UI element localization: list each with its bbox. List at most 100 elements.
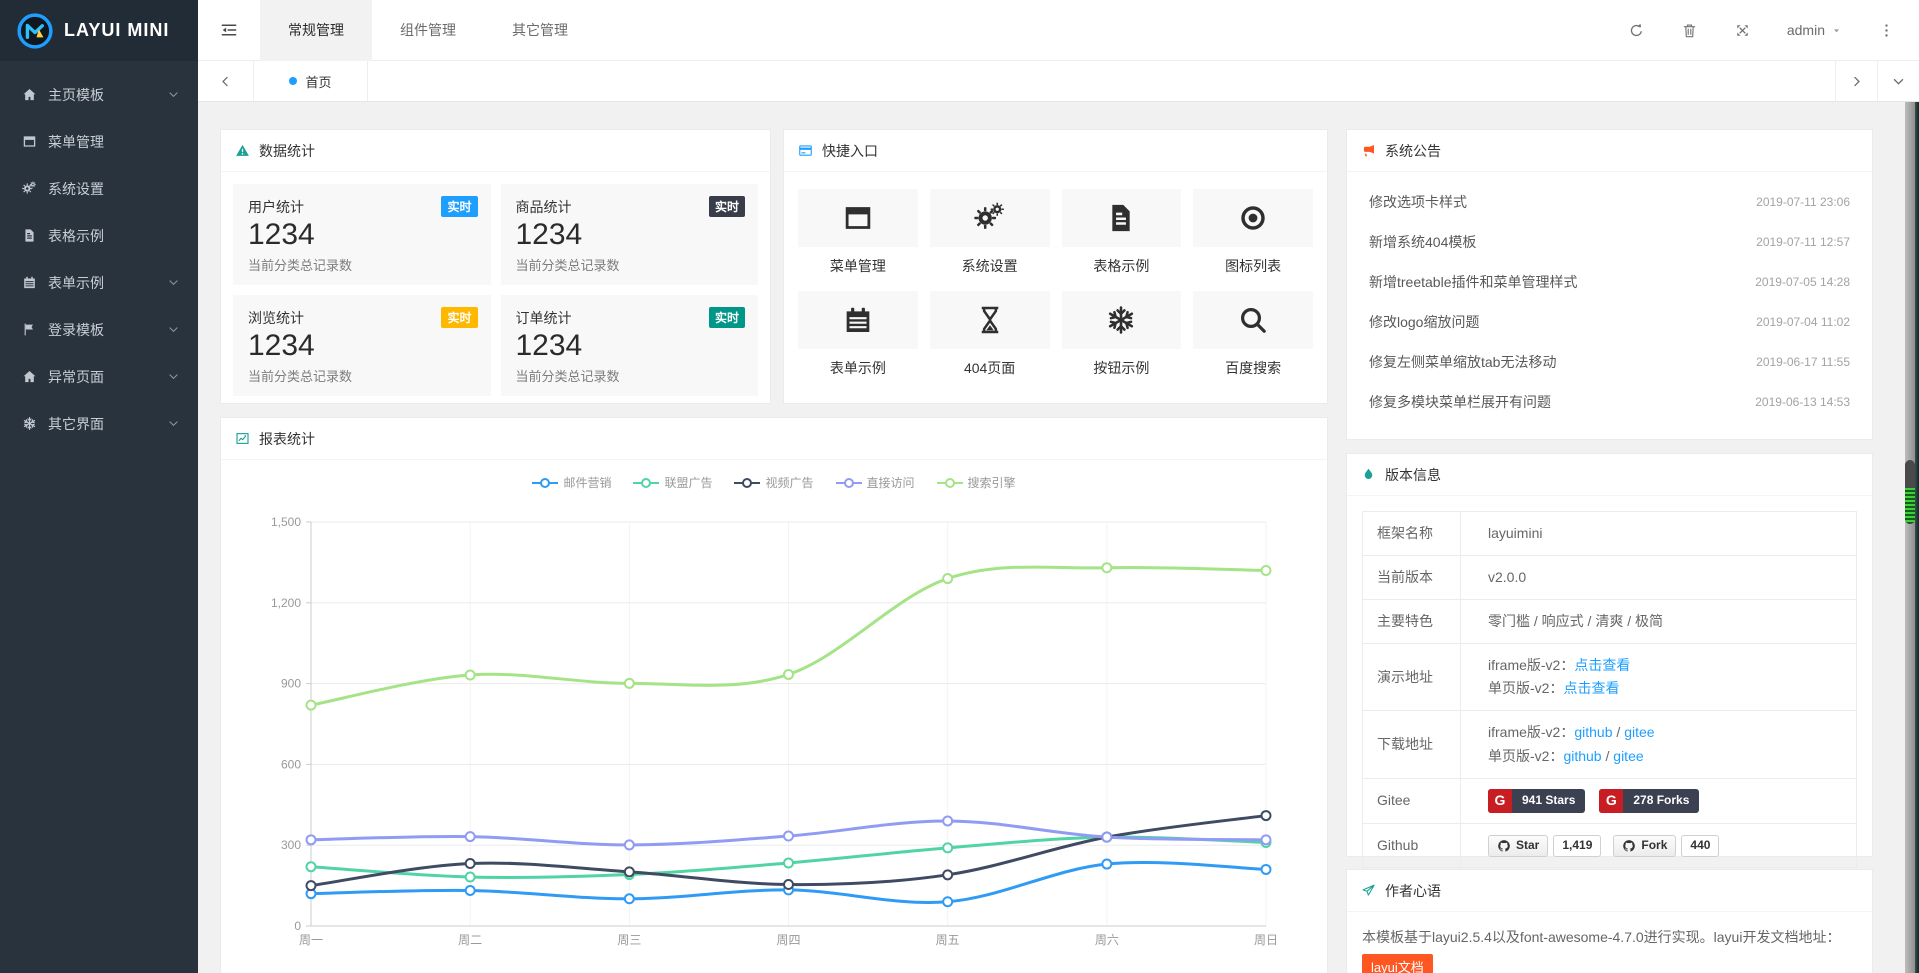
quick-item-menu-manage[interactable]: 菜单管理 <box>798 189 918 276</box>
stat-value: 1234 <box>516 218 744 251</box>
gears-icon <box>930 189 1050 247</box>
page-tabbar: 首页 <box>198 61 1919 102</box>
legend-marker-icon <box>532 478 558 488</box>
panel-data-stats: 数据统计 用户统计1234当前分类总记录数实时商品统计1234当前分类总记录数实… <box>220 129 771 404</box>
layui-doc-badge[interactable]: layui文档 <box>1362 954 1433 973</box>
announcement-date: 2019-07-04 11:02 <box>1756 315 1850 329</box>
tabs-operations-icon[interactable] <box>1877 61 1919 101</box>
sidebar-item-label: 菜单管理 <box>48 132 104 152</box>
top-nav: 常规管理 组件管理 其它管理 <box>260 0 596 61</box>
quick-item-button-demo[interactable]: 按钮示例 <box>1062 291 1182 378</box>
version-link[interactable]: 点击查看 <box>1574 657 1630 673</box>
sidebar-item-form-demo[interactable]: 表单示例 <box>0 259 198 306</box>
quick-item-table-demo[interactable]: 表格示例 <box>1062 189 1182 276</box>
announcement-text: 修复多模块菜单栏展开有问题 <box>1369 392 1551 412</box>
chevron-down-icon <box>167 417 180 430</box>
legend-item[interactable]: 邮件营销 <box>532 474 611 491</box>
sidebar-item-label: 登录模板 <box>48 320 104 340</box>
announcement-item[interactable]: 修改选项卡样式2019-07-11 23:06 <box>1361 182 1858 222</box>
github-fork-button[interactable]: Fork <box>1613 835 1676 857</box>
quick-item-label: 按钮示例 <box>1062 358 1182 378</box>
nav-tab-other-manage[interactable]: 其它管理 <box>484 0 596 61</box>
legend-item[interactable]: 搜索引擎 <box>937 474 1016 491</box>
app-root: LAYUI MINI 主页模板菜单管理系统设置表格示例表单示例登录模板异常页面其… <box>0 0 1919 973</box>
version-row-value: 零门槛 / 响应式 / 清爽 / 极简 <box>1461 600 1857 644</box>
tab-home[interactable]: 首页 <box>254 61 368 101</box>
panel-data-stats-header: 数据统计 <box>221 130 770 172</box>
legend-label: 邮件营销 <box>563 474 611 491</box>
quick-item-label: 404页面 <box>930 358 1050 378</box>
nav-tab-regular-manage[interactable]: 常规管理 <box>260 0 372 61</box>
panel-announcements-header: 系统公告 <box>1347 130 1872 172</box>
version-link[interactable]: 点击查看 <box>1563 680 1619 696</box>
legend-marker-icon <box>734 478 760 488</box>
version-text: 单页版-v2： <box>1488 748 1563 764</box>
gitee-badge[interactable]: G941 Stars <box>1488 789 1585 813</box>
gitee-logo: G <box>1599 789 1623 813</box>
gitee-badge[interactable]: G278 Forks <box>1599 789 1699 813</box>
legend-item[interactable]: 联盟广告 <box>633 474 712 491</box>
sidebar-item-login-template[interactable]: 登录模板 <box>0 306 198 353</box>
version-row-value: v2.0.0 <box>1461 556 1857 600</box>
announcement-item[interactable]: 修复多模块菜单栏展开有问题2019-06-13 14:53 <box>1361 382 1858 422</box>
version-link[interactable]: github <box>1563 748 1601 764</box>
github-star-button[interactable]: Star <box>1488 835 1548 857</box>
main-area: 常规管理 组件管理 其它管理 admin 首页 <box>198 0 1919 973</box>
sidebar-menu: 主页模板菜单管理系统设置表格示例表单示例登录模板异常页面其它界面 <box>0 61 198 447</box>
clear-cache-icon[interactable] <box>1681 22 1698 39</box>
version-link[interactable]: gitee <box>1624 724 1654 740</box>
panel-title: 作者心语 <box>1385 881 1441 901</box>
version-row-label: 主要特色 <box>1363 600 1461 644</box>
legend-item[interactable]: 视频广告 <box>734 474 813 491</box>
octocat-icon <box>1622 839 1636 853</box>
version-link[interactable]: gitee <box>1613 748 1643 764</box>
more-menu-icon[interactable] <box>1878 22 1895 39</box>
sidebar-item-other-ui[interactable]: 其它界面 <box>0 400 198 447</box>
sidebar-toggle-icon[interactable] <box>198 0 260 61</box>
svg-text:周三: 周三 <box>617 933 641 947</box>
calendar-icon <box>798 291 918 349</box>
announcement-item[interactable]: 修改logo缩放问题2019-07-04 11:02 <box>1361 302 1858 342</box>
announcement-item[interactable]: 修复左侧菜单缩放tab无法移动2019-06-17 11:55 <box>1361 342 1858 382</box>
sidebar-item-label: 系统设置 <box>48 179 104 199</box>
announcement-item[interactable]: 新增系统404模板2019-07-11 12:57 <box>1361 222 1858 262</box>
announcement-item[interactable]: 新增treetable插件和菜单管理样式2019-07-05 14:28 <box>1361 262 1858 302</box>
stat-box: 订单统计1234当前分类总记录数实时 <box>501 295 759 396</box>
tabs-scroll-left-icon[interactable] <box>198 61 254 101</box>
stat-grid: 用户统计1234当前分类总记录数实时商品统计1234当前分类总记录数实时浏览统计… <box>221 172 770 408</box>
quick-item-baidu-search[interactable]: 百度搜索 <box>1193 291 1313 378</box>
sidebar-item-table-demo[interactable]: 表格示例 <box>0 212 198 259</box>
sidebar-item-error-page[interactable]: 异常页面 <box>0 353 198 400</box>
user-dropdown[interactable]: admin <box>1787 22 1842 38</box>
megaphone-icon <box>1361 143 1376 158</box>
version-link[interactable]: github <box>1574 724 1612 740</box>
quick-item-form-demo[interactable]: 表单示例 <box>798 291 918 378</box>
quick-item-label: 系统设置 <box>930 256 1050 276</box>
logo[interactable]: LAYUI MINI <box>0 0 198 61</box>
panel-report-stats-header: 报表统计 <box>221 418 1327 460</box>
refresh-icon[interactable] <box>1628 22 1645 39</box>
panel-title: 数据统计 <box>259 141 315 161</box>
sidebar-item-system-setting[interactable]: 系统设置 <box>0 165 198 212</box>
realtime-badge: 实时 <box>441 196 477 217</box>
legend-item[interactable]: 直接访问 <box>836 474 915 491</box>
github-count[interactable]: 440 <box>1681 835 1719 857</box>
scrollbar-thumb[interactable] <box>1905 460 1915 524</box>
quick-item-icon-list[interactable]: 图标列表 <box>1193 189 1313 276</box>
fullscreen-icon[interactable] <box>1734 22 1751 39</box>
page-scrollbar[interactable] <box>1905 102 1919 973</box>
svg-text:1,200: 1,200 <box>271 596 301 610</box>
sidebar-item-menu-manage[interactable]: 菜单管理 <box>0 118 198 165</box>
github-count[interactable]: 1,419 <box>1553 835 1601 857</box>
nav-tab-component-manage[interactable]: 组件管理 <box>372 0 484 61</box>
tabs-scroll-right-icon[interactable] <box>1835 61 1877 101</box>
quick-item-page-404[interactable]: 404页面 <box>930 291 1050 378</box>
sidebar-item-home-template[interactable]: 主页模板 <box>0 71 198 118</box>
chevron-down-icon <box>167 323 180 336</box>
quick-item-system-setting[interactable]: 系统设置 <box>930 189 1050 276</box>
flag-icon <box>22 322 42 337</box>
version-table: 框架名称layuimini当前版本v2.0.0主要特色零门槛 / 响应式 / 清… <box>1362 511 1857 868</box>
svg-text:600: 600 <box>281 757 301 771</box>
version-text: iframe版-v2： <box>1488 724 1574 740</box>
calendar-icon <box>22 275 42 290</box>
